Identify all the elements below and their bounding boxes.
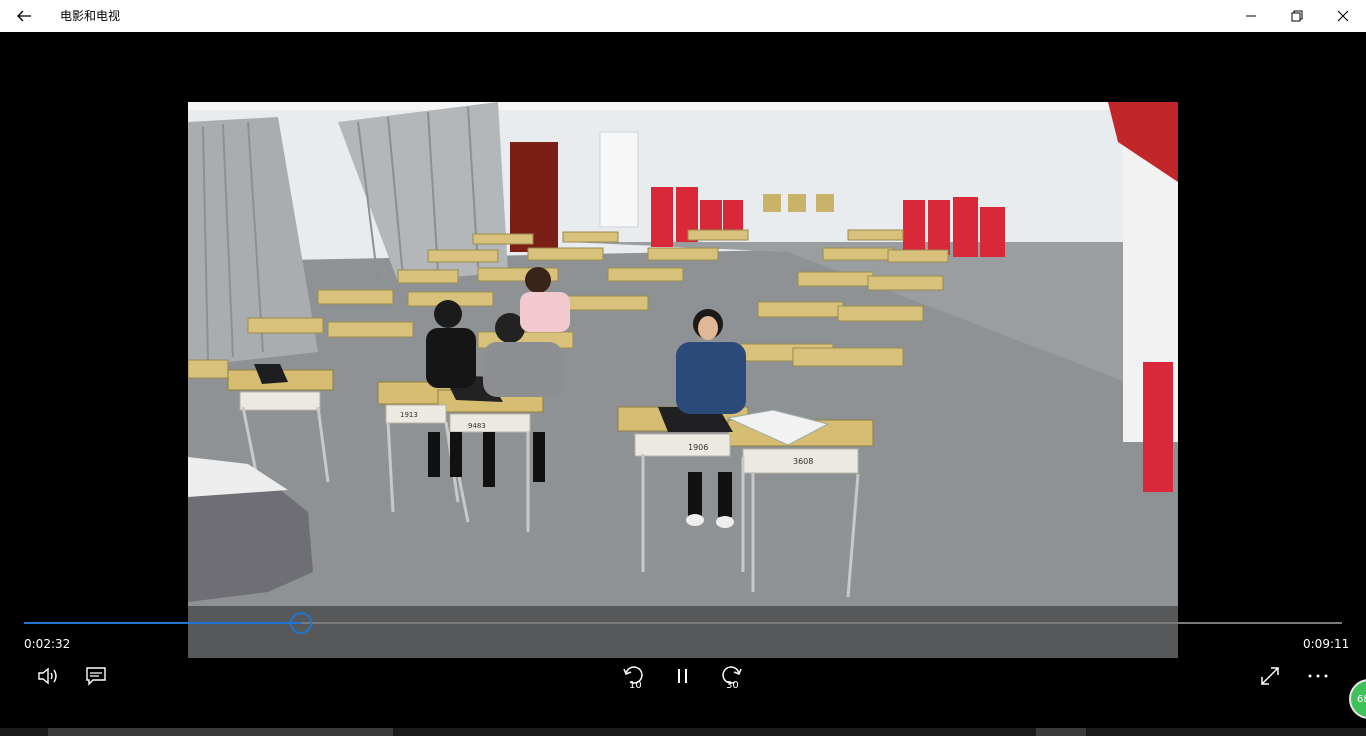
current-time: 0:02:32 [24, 637, 71, 651]
seek-bar[interactable] [24, 612, 1342, 634]
pause-button[interactable] [665, 660, 701, 692]
classroom-scene: 1906 3608 9483 1913 [188, 102, 1178, 658]
seek-bar-fill [24, 622, 302, 624]
forward-button[interactable]: 30 [713, 660, 749, 692]
rewind-10-icon: 10 [623, 666, 643, 689]
back-button[interactable] [8, 0, 40, 32]
minimize-icon [1246, 15, 1256, 17]
volume-button[interactable] [30, 660, 66, 692]
rewind-button[interactable]: 10 [616, 660, 652, 692]
close-icon [1337, 10, 1349, 22]
forward-label: 30 [726, 680, 739, 689]
taskbar-peek [0, 728, 1366, 736]
restore-button[interactable] [1274, 0, 1320, 32]
window-title: 电影和电视 [60, 9, 121, 23]
more-options-button[interactable] [1300, 660, 1336, 692]
volume-icon [38, 667, 57, 685]
restore-icon [1291, 10, 1303, 22]
arrow-left-icon [17, 10, 31, 22]
video-frame[interactable]: 1906 3608 9483 1913 [188, 102, 1178, 658]
subtitles-button[interactable] [78, 660, 114, 692]
title-bar: 电影和电视 [0, 0, 1366, 32]
desk-label: 1913 [400, 411, 418, 419]
rewind-label: 10 [629, 680, 642, 689]
fullscreen-button[interactable] [1252, 660, 1288, 692]
pause-icon [678, 669, 687, 683]
subtitles-icon [86, 667, 106, 686]
desk-label: 1906 [688, 443, 708, 452]
total-time: 0:09:11 [1303, 637, 1350, 651]
more-icon [1308, 674, 1328, 678]
desk-label: 3608 [793, 457, 813, 466]
minimize-button[interactable] [1228, 0, 1274, 32]
close-button[interactable] [1320, 0, 1366, 32]
desk-label: 9483 [468, 422, 486, 430]
controls-shade [188, 606, 1178, 658]
expand-icon [1261, 667, 1279, 685]
system-badge[interactable]: 68 [1349, 679, 1366, 719]
forward-30-icon: 30 [722, 666, 742, 689]
